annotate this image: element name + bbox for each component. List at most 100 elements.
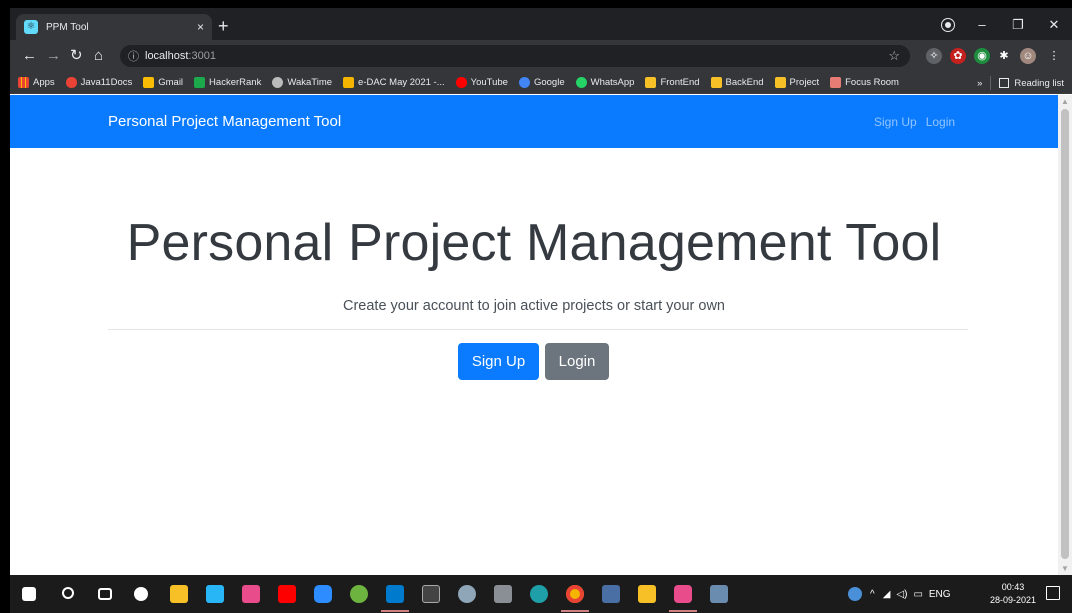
notification-icon[interactable]	[1046, 586, 1060, 600]
bookmark-frontend[interactable]: FrontEnd	[645, 77, 700, 88]
reading-list-icon	[999, 78, 1010, 88]
tab-close-icon[interactable]: ×	[197, 20, 204, 34]
bookmark-java11docs[interactable]: Java11Docs	[65, 77, 133, 88]
bookmark-whatsapp[interactable]: WhatsApp	[575, 77, 635, 88]
bookmark-label: Google	[533, 77, 565, 88]
bookmark-hackerrank[interactable]: HackerRank	[194, 77, 261, 88]
bookmark-google[interactable]: Google	[518, 77, 565, 88]
app-icon[interactable]	[710, 585, 728, 603]
apps-grid-icon	[18, 77, 29, 88]
app-icon[interactable]	[494, 585, 512, 603]
mail-icon[interactable]	[242, 585, 260, 603]
signup-button[interactable]: Sign Up	[458, 343, 539, 380]
volume-icon[interactable]: ◁)	[896, 589, 907, 600]
reading-list-button[interactable]: Reading list	[1014, 78, 1064, 89]
youtube-icon	[455, 77, 467, 88]
task-view-icon[interactable]	[98, 588, 112, 600]
bookmarks-right: » Reading list	[977, 72, 1064, 94]
wakatime-icon	[272, 77, 284, 88]
clock-date: 28-09-2021	[989, 595, 1036, 605]
oracle-icon	[65, 77, 77, 88]
tab-strip: ⚛ PPM Tool × + – ❐ ✕	[10, 8, 1072, 40]
extension-icon[interactable]: ✿	[950, 48, 966, 64]
back-arrow-icon[interactable]: ←	[22, 47, 37, 65]
bookmark-focus-room[interactable]: Focus Room	[830, 77, 899, 88]
forward-arrow-icon[interactable]: →	[46, 47, 61, 65]
nav-login-link[interactable]: Login	[926, 115, 955, 129]
reload-icon[interactable]: ↻	[70, 47, 83, 65]
settings-gear-icon[interactable]	[134, 587, 148, 601]
restore-icon[interactable]: ❐	[1000, 14, 1036, 36]
language-indicator[interactable]: ENG	[929, 589, 951, 600]
hackerrank-icon	[194, 77, 206, 88]
bookmark-project[interactable]: Project	[774, 77, 819, 88]
divider	[990, 76, 992, 90]
profile-avatar-icon[interactable]: ☺	[1020, 48, 1036, 64]
minimize-icon[interactable]: –	[964, 14, 1000, 36]
gmail-icon	[143, 77, 155, 88]
folder-icon	[710, 77, 722, 88]
bookmark-edac[interactable]: e-DAC May 2021 -...	[343, 77, 445, 88]
terminal-icon[interactable]	[422, 585, 440, 603]
divider	[108, 329, 968, 330]
clock-time: 00:43	[1001, 582, 1025, 592]
battery-icon[interactable]: ▭	[913, 589, 922, 600]
home-icon[interactable]: ⌂	[94, 47, 103, 65]
close-window-icon[interactable]: ✕	[1036, 14, 1072, 36]
page-scrollbar[interactable]: ▲ ▼	[1058, 95, 1072, 575]
scrollbar-thumb[interactable]	[1061, 109, 1069, 559]
bookmark-label: WhatsApp	[590, 77, 635, 88]
windows-taskbar: ^ ◢ ◁) ▭ ENG 00:43 28-09-2021	[10, 575, 1072, 613]
edge-icon[interactable]	[530, 585, 548, 603]
bookmark-label: BackEnd	[725, 77, 764, 88]
kebab-menu-icon[interactable]: ⋮	[1046, 48, 1062, 64]
scroll-up-icon[interactable]: ▲	[1058, 97, 1072, 106]
sticky-notes-icon[interactable]	[170, 585, 188, 603]
bookmark-label: YouTube	[470, 77, 508, 88]
bookmark-backend[interactable]: BackEnd	[710, 77, 764, 88]
incognito-profile-icon[interactable]	[942, 19, 954, 31]
bookmark-apps[interactable]: Apps	[18, 77, 55, 88]
whatsapp-icon	[575, 77, 587, 88]
clock[interactable]: 00:43 28-09-2021	[990, 581, 1036, 607]
nav-signup-link[interactable]: Sign Up	[874, 115, 917, 129]
extension-icon[interactable]: ✧	[926, 48, 942, 64]
login-button[interactable]: Login	[545, 343, 609, 380]
puzzle-extensions-icon[interactable]: ✱	[996, 48, 1012, 64]
help-icon[interactable]	[848, 587, 862, 601]
bookmark-label: e-DAC May 2021 -...	[358, 77, 445, 88]
people-icon[interactable]	[206, 585, 224, 603]
bookmark-youtube[interactable]: YouTube	[455, 77, 508, 88]
search-icon[interactable]	[62, 587, 74, 599]
chrome-icon[interactable]	[566, 585, 584, 603]
intellij-icon[interactable]	[674, 585, 692, 603]
window-controls: – ❐ ✕	[964, 14, 1072, 36]
new-tab-button[interactable]: +	[218, 16, 229, 36]
navbar-brand[interactable]: Personal Project Management Tool	[108, 113, 341, 130]
bookmark-star-icon[interactable]: ☆	[888, 48, 900, 64]
app-icon[interactable]	[602, 585, 620, 603]
zoom-icon[interactable]	[314, 585, 332, 603]
browser-toolbar: ← → ↻ ⌂ ⓘ localhost:3001 ☆ ✧ ✿ ◉ ✱ ☺ ⋮	[10, 40, 1072, 72]
url-text: localhost:3001	[145, 50, 216, 62]
bookmark-gmail[interactable]: Gmail	[143, 77, 183, 88]
chevron-up-icon[interactable]: ^	[870, 589, 875, 600]
vscode-icon[interactable]	[386, 585, 404, 603]
active-app-indicator	[381, 610, 409, 612]
navbar-links: Sign Up Login	[874, 115, 955, 129]
youtube-icon[interactable]	[278, 585, 296, 603]
address-bar[interactable]: ⓘ localhost:3001 ☆	[120, 45, 910, 67]
spring-tool-icon[interactable]	[350, 585, 368, 603]
browser-tab[interactable]: ⚛ PPM Tool ×	[16, 14, 212, 40]
windows-start-icon[interactable]	[22, 587, 36, 601]
file-explorer-icon[interactable]	[638, 585, 656, 603]
extension-icon[interactable]: ◉	[974, 48, 990, 64]
info-icon[interactable]: ⓘ	[128, 48, 139, 64]
bookmark-wakatime[interactable]: WakaTime	[272, 77, 332, 88]
bookmark-label: Java11Docs	[80, 77, 133, 88]
bookmarks-overflow-icon[interactable]: »	[977, 78, 982, 89]
app-icon[interactable]	[458, 585, 476, 603]
focus-room-icon	[830, 77, 842, 88]
scroll-down-icon[interactable]: ▼	[1058, 564, 1072, 573]
network-icon[interactable]: ◢	[883, 589, 891, 600]
